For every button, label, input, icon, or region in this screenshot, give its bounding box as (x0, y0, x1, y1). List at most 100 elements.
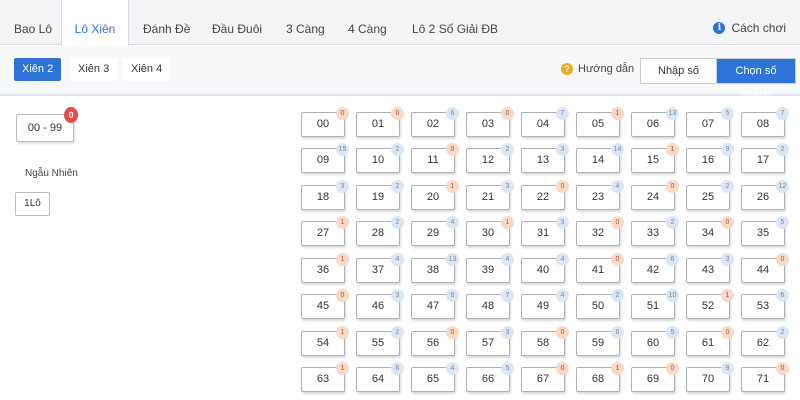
number-label: 05 (591, 118, 605, 130)
number-cell-57[interactable]: 57 3 (466, 326, 514, 356)
number-cell-52[interactable]: 52 1 (686, 289, 734, 319)
number-cell-64[interactable]: 64 6 (356, 362, 404, 392)
number-cell-15[interactable]: 15 1 (631, 143, 679, 173)
number-cell-32[interactable]: 32 0 (576, 216, 624, 246)
number-cell-67[interactable]: 67 0 (521, 362, 569, 392)
number-cell-59[interactable]: 59 6 (576, 326, 624, 356)
tab-3-cang[interactable]: 3 Càng (286, 0, 325, 45)
number-cell-55[interactable]: 55 2 (356, 326, 404, 356)
random-lo-button[interactable]: 1Lô (15, 192, 50, 216)
number-cell-18[interactable]: 18 3 (301, 180, 349, 210)
number-count-badge: 3 (721, 253, 734, 266)
guide-link[interactable]: ? Hướng dẫn (561, 63, 634, 75)
number-cell-58[interactable]: 58 0 (521, 326, 569, 356)
number-cell-04[interactable]: 04 7 (521, 107, 569, 137)
number-count-badge: 13 (666, 107, 679, 120)
number-cell-28[interactable]: 28 2 (356, 216, 404, 246)
number-cell-53[interactable]: 53 6 (741, 289, 789, 319)
number-cell-24[interactable]: 24 0 (631, 180, 679, 210)
number-cell-38[interactable]: 38 13 (411, 253, 459, 283)
number-label: 38 (426, 264, 440, 276)
subtab-xien-4[interactable]: Xiên 4 (123, 58, 171, 81)
number-cell-11[interactable]: 11 0 (411, 143, 459, 173)
number-cell-41[interactable]: 41 0 (576, 253, 624, 283)
number-cell-37[interactable]: 37 4 (356, 253, 404, 283)
number-cell-05[interactable]: 05 1 (576, 107, 624, 137)
number-cell-69[interactable]: 69 0 (631, 362, 679, 392)
tab-dau-duoi[interactable]: Đầu Đuôi (212, 0, 262, 45)
number-cell-40[interactable]: 40 4 (521, 253, 569, 283)
number-count-badge: 1 (336, 326, 349, 339)
subtab-xien-3[interactable]: Xiên 3 (70, 58, 118, 81)
number-cell-65[interactable]: 65 4 (411, 362, 459, 392)
number-cell-07[interactable]: 07 5 (686, 107, 734, 137)
number-cell-30[interactable]: 30 1 (466, 216, 514, 246)
number-cell-39[interactable]: 39 4 (466, 253, 514, 283)
number-cell-46[interactable]: 46 3 (356, 289, 404, 319)
number-cell-23[interactable]: 23 4 (576, 180, 624, 210)
tab-4-cang[interactable]: 4 Càng (348, 0, 387, 45)
number-cell-54[interactable]: 54 1 (301, 326, 349, 356)
number-label: 46 (371, 300, 385, 312)
number-cell-51[interactable]: 51 10 (631, 289, 679, 319)
subtab-xien-2[interactable]: Xiên 2 (14, 58, 62, 81)
number-cell-50[interactable]: 50 2 (576, 289, 624, 319)
number-cell-00[interactable]: 00 0 (301, 107, 349, 137)
number-cell-44[interactable]: 44 0 (741, 253, 789, 283)
number-cell-56[interactable]: 56 0 (411, 326, 459, 356)
number-label: 58 (536, 337, 550, 349)
number-cell-17[interactable]: 17 2 (741, 143, 789, 173)
number-cell-71[interactable]: 71 0 (741, 362, 789, 392)
number-cell-08[interactable]: 08 7 (741, 107, 789, 137)
number-cell-45[interactable]: 45 0 (301, 289, 349, 319)
number-cell-61[interactable]: 61 0 (686, 326, 734, 356)
mode-manual-entry[interactable]: Nhập số (641, 59, 717, 83)
number-cell-09[interactable]: 09 15 (301, 143, 349, 173)
number-cell-31[interactable]: 31 3 (521, 216, 569, 246)
number-cell-63[interactable]: 63 1 (301, 362, 349, 392)
number-cell-48[interactable]: 48 7 (466, 289, 514, 319)
number-label: 19 (371, 191, 385, 203)
number-cell-01[interactable]: 01 0 (356, 107, 404, 137)
number-label: 02 (426, 118, 440, 130)
number-cell-29[interactable]: 29 4 (411, 216, 459, 246)
number-cell-33[interactable]: 33 2 (631, 216, 679, 246)
mode-quick-pick[interactable]: Chọn số nhanh (717, 59, 795, 101)
number-cell-47[interactable]: 47 6 (411, 289, 459, 319)
number-cell-70[interactable]: 70 9 (686, 362, 734, 392)
number-cell-26[interactable]: 26 12 (741, 180, 789, 210)
number-count-badge: 0 (666, 180, 679, 193)
number-cell-16[interactable]: 16 9 (686, 143, 734, 173)
how-to-play-link[interactable]: i Cách chơi (713, 21, 786, 35)
number-count-badge: 2 (391, 326, 404, 339)
number-cell-49[interactable]: 49 4 (521, 289, 569, 319)
number-cell-02[interactable]: 02 6 (411, 107, 459, 137)
number-cell-14[interactable]: 14 14 (576, 143, 624, 173)
question-icon: ? (561, 63, 573, 75)
number-cell-27[interactable]: 27 1 (301, 216, 349, 246)
number-count-badge: 3 (501, 180, 514, 193)
number-cell-43[interactable]: 43 3 (686, 253, 734, 283)
number-cell-25[interactable]: 25 2 (686, 180, 734, 210)
number-cell-20[interactable]: 20 1 (411, 180, 459, 210)
number-cell-10[interactable]: 10 2 (356, 143, 404, 173)
number-cell-60[interactable]: 60 5 (631, 326, 679, 356)
number-cell-22[interactable]: 22 0 (521, 180, 569, 210)
number-cell-35[interactable]: 35 5 (741, 216, 789, 246)
number-cell-21[interactable]: 21 3 (466, 180, 514, 210)
number-cell-13[interactable]: 13 3 (521, 143, 569, 173)
tab-bao-lo[interactable]: Bao Lô (14, 0, 52, 45)
number-cell-03[interactable]: 03 0 (466, 107, 514, 137)
tab-lo-2-so-giai-db[interactable]: Lô 2 Số Giải ĐB (412, 0, 498, 45)
number-cell-19[interactable]: 19 2 (356, 180, 404, 210)
tab-danh-de[interactable]: Đánh Đề (143, 0, 190, 45)
number-cell-36[interactable]: 36 1 (301, 253, 349, 283)
number-cell-66[interactable]: 66 5 (466, 362, 514, 392)
number-cell-68[interactable]: 68 1 (576, 362, 624, 392)
number-cell-12[interactable]: 12 2 (466, 143, 514, 173)
number-cell-34[interactable]: 34 0 (686, 216, 734, 246)
number-cell-42[interactable]: 42 6 (631, 253, 679, 283)
number-cell-62[interactable]: 62 2 (741, 326, 789, 356)
tab-lo-xien[interactable]: Lô Xiên (61, 0, 129, 46)
number-cell-06[interactable]: 06 13 (631, 107, 679, 137)
